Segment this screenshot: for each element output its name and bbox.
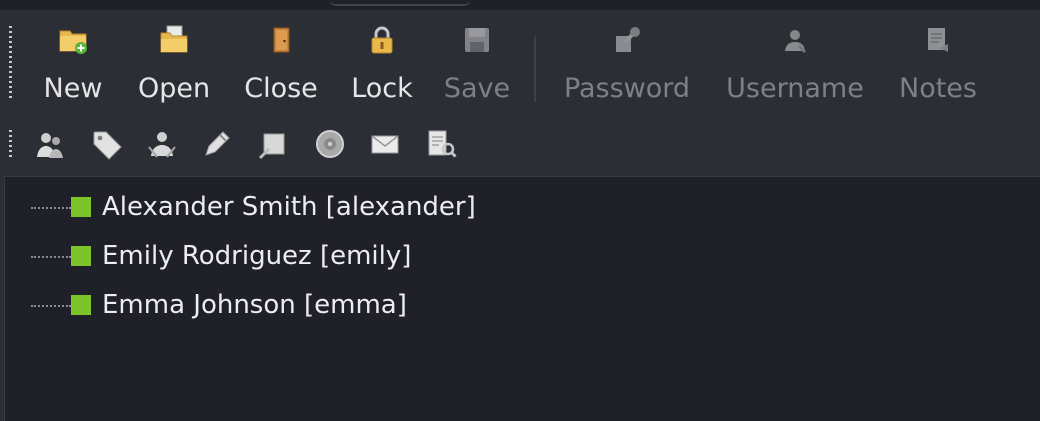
tree-entry[interactable]: Alexander Smith [alexander] — [5, 187, 605, 227]
lock-button[interactable]: Lock — [351, 20, 413, 106]
notes-icon — [922, 24, 954, 56]
entry-label: Emma Johnson [emma] — [102, 290, 407, 320]
entry-status-icon — [71, 295, 91, 315]
save-button[interactable]: Save — [444, 20, 510, 106]
toolbar-grip[interactable] — [9, 26, 12, 98]
open-folder-icon — [158, 24, 190, 56]
save-label: Save — [443, 73, 511, 104]
toolbar-grip[interactable] — [9, 130, 12, 160]
tree-connector — [31, 305, 71, 307]
new-folder-icon — [57, 24, 89, 56]
password-label: Password — [563, 73, 691, 104]
close-label: Close — [244, 73, 318, 104]
user-group-icon[interactable] — [143, 126, 181, 162]
username-button[interactable]: Username — [726, 20, 864, 106]
notes-button[interactable]: Notes — [898, 20, 978, 106]
tree-entry[interactable]: Emily Rodriguez [emily] — [5, 236, 605, 276]
tree-connector — [31, 207, 71, 209]
main-toolbar: New Open Close Lock Save Password Userna… — [0, 10, 1040, 114]
disc-icon[interactable] — [311, 126, 349, 162]
entry-toolbar — [0, 116, 1040, 172]
lock-label: Lock — [351, 73, 413, 104]
tree-connector — [31, 256, 71, 258]
entry-tree[interactable]: Alexander Smith [alexander] Emily Rodrig… — [4, 176, 1040, 421]
key-icon — [611, 24, 643, 56]
users-icon[interactable] — [32, 126, 70, 162]
username-label: Username — [726, 73, 864, 104]
entry-label: Emily Rodriguez [emily] — [102, 241, 412, 271]
title-edge — [330, 0, 470, 6]
user-icon — [779, 24, 811, 56]
window-top-strip — [0, 0, 1040, 10]
search-doc-icon[interactable] — [422, 126, 460, 162]
key-edit-icon[interactable] — [198, 126, 236, 162]
open-label: Open — [137, 73, 211, 104]
entry-status-icon — [71, 197, 91, 217]
new-button[interactable]: New — [40, 20, 106, 106]
password-button[interactable]: Password — [562, 20, 692, 106]
lock-icon — [366, 24, 398, 56]
close-button[interactable]: Close — [244, 20, 318, 106]
notes-label: Notes — [899, 73, 977, 104]
new-label: New — [43, 73, 103, 104]
open-button[interactable]: Open — [138, 20, 210, 106]
email-icon[interactable] — [366, 126, 404, 162]
door-icon — [265, 24, 297, 56]
copy-icon[interactable] — [254, 126, 292, 162]
toolbar-separator — [534, 36, 536, 102]
entry-status-icon — [71, 246, 91, 266]
save-icon — [461, 24, 493, 56]
tag-icon[interactable] — [88, 126, 126, 162]
entry-label: Alexander Smith [alexander] — [102, 192, 476, 222]
tree-entry[interactable]: Emma Johnson [emma] — [5, 285, 605, 325]
